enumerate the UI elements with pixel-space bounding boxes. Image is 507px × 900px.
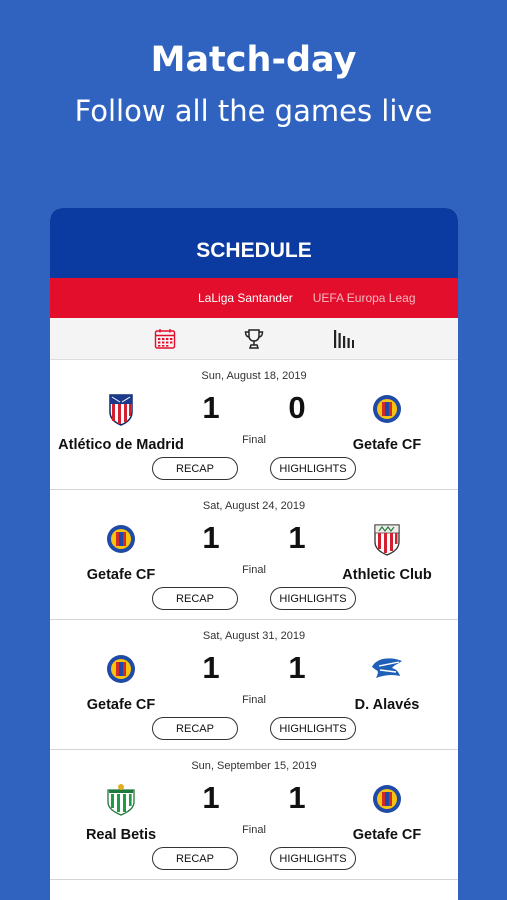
app-screen: SCHEDULE LaLiga Santander UEFA Europa Le…	[50, 208, 458, 900]
recap-button[interactable]: RECAP	[152, 457, 238, 480]
standings-icon[interactable]	[329, 325, 357, 353]
getafe-crest-icon	[370, 782, 404, 816]
match-date: Sat, August 31, 2019	[202, 630, 306, 642]
home-score: 1	[202, 650, 220, 685]
away-score: 1	[288, 650, 306, 685]
away-score: 1	[288, 780, 306, 815]
match-date: Sun, August 18, 2019	[201, 370, 307, 382]
hero-subtitle: Follow all the games live	[74, 94, 433, 128]
home-score: 1	[202, 520, 220, 555]
match-date: Sat, August 24, 2019	[202, 500, 306, 512]
getafe-crest-icon	[104, 652, 138, 686]
page-title: SCHEDULE	[196, 239, 312, 262]
away-team: D. Alavés	[354, 697, 420, 713]
recap-button[interactable]: RECAP	[152, 717, 238, 740]
athletic-crest-icon	[370, 522, 404, 556]
app-header: SCHEDULE	[50, 208, 458, 278]
match-date: Sun, September 15, 2019	[191, 760, 317, 772]
match-row[interactable]: Sat, August 31, 2019 1 1 Getafe CF Final	[50, 620, 458, 750]
tab-laliga[interactable]: LaLiga Santander	[198, 291, 293, 305]
away-score: 0	[288, 390, 306, 425]
highlights-button[interactable]: HIGHLIGHTS	[270, 717, 356, 740]
betis-crest-icon	[104, 782, 138, 816]
getafe-crest-icon	[370, 392, 404, 426]
recap-button[interactable]: RECAP	[152, 847, 238, 870]
getafe-crest-icon	[104, 522, 138, 556]
recap-button[interactable]: RECAP	[152, 587, 238, 610]
league-tabs: LaLiga Santander UEFA Europa Leag	[50, 278, 458, 318]
home-score: 1	[202, 390, 220, 425]
away-team: Getafe CF	[352, 827, 422, 843]
hero-title: Match-day	[150, 40, 357, 80]
home-score: 1	[202, 780, 220, 815]
match-row[interactable]: Sun, August 18, 2019 1 0 Atlético de Mad…	[50, 360, 458, 490]
highlights-button[interactable]: HIGHLIGHTS	[270, 457, 356, 480]
calendar-icon[interactable]	[151, 325, 179, 353]
trophy-icon[interactable]	[240, 325, 268, 353]
match-list: Sun, August 18, 2019 1 0 Atlético de Mad…	[50, 360, 458, 880]
away-score: 1	[288, 520, 306, 555]
away-team: Athletic Club	[342, 567, 432, 583]
highlights-button[interactable]: HIGHLIGHTS	[270, 587, 356, 610]
highlights-button[interactable]: HIGHLIGHTS	[270, 847, 356, 870]
tab-europa-league[interactable]: UEFA Europa Leag	[313, 291, 416, 305]
match-row[interactable]: Sat, August 24, 2019 1 1 Getafe CF Final…	[50, 490, 458, 620]
alaves-crest-icon	[370, 652, 404, 686]
away-team: Getafe CF	[352, 437, 422, 453]
view-tabs	[50, 318, 458, 360]
match-row[interactable]: Sun, September 15, 2019 1 1 Real Betis F…	[50, 750, 458, 880]
atletico-crest-icon	[104, 392, 138, 426]
